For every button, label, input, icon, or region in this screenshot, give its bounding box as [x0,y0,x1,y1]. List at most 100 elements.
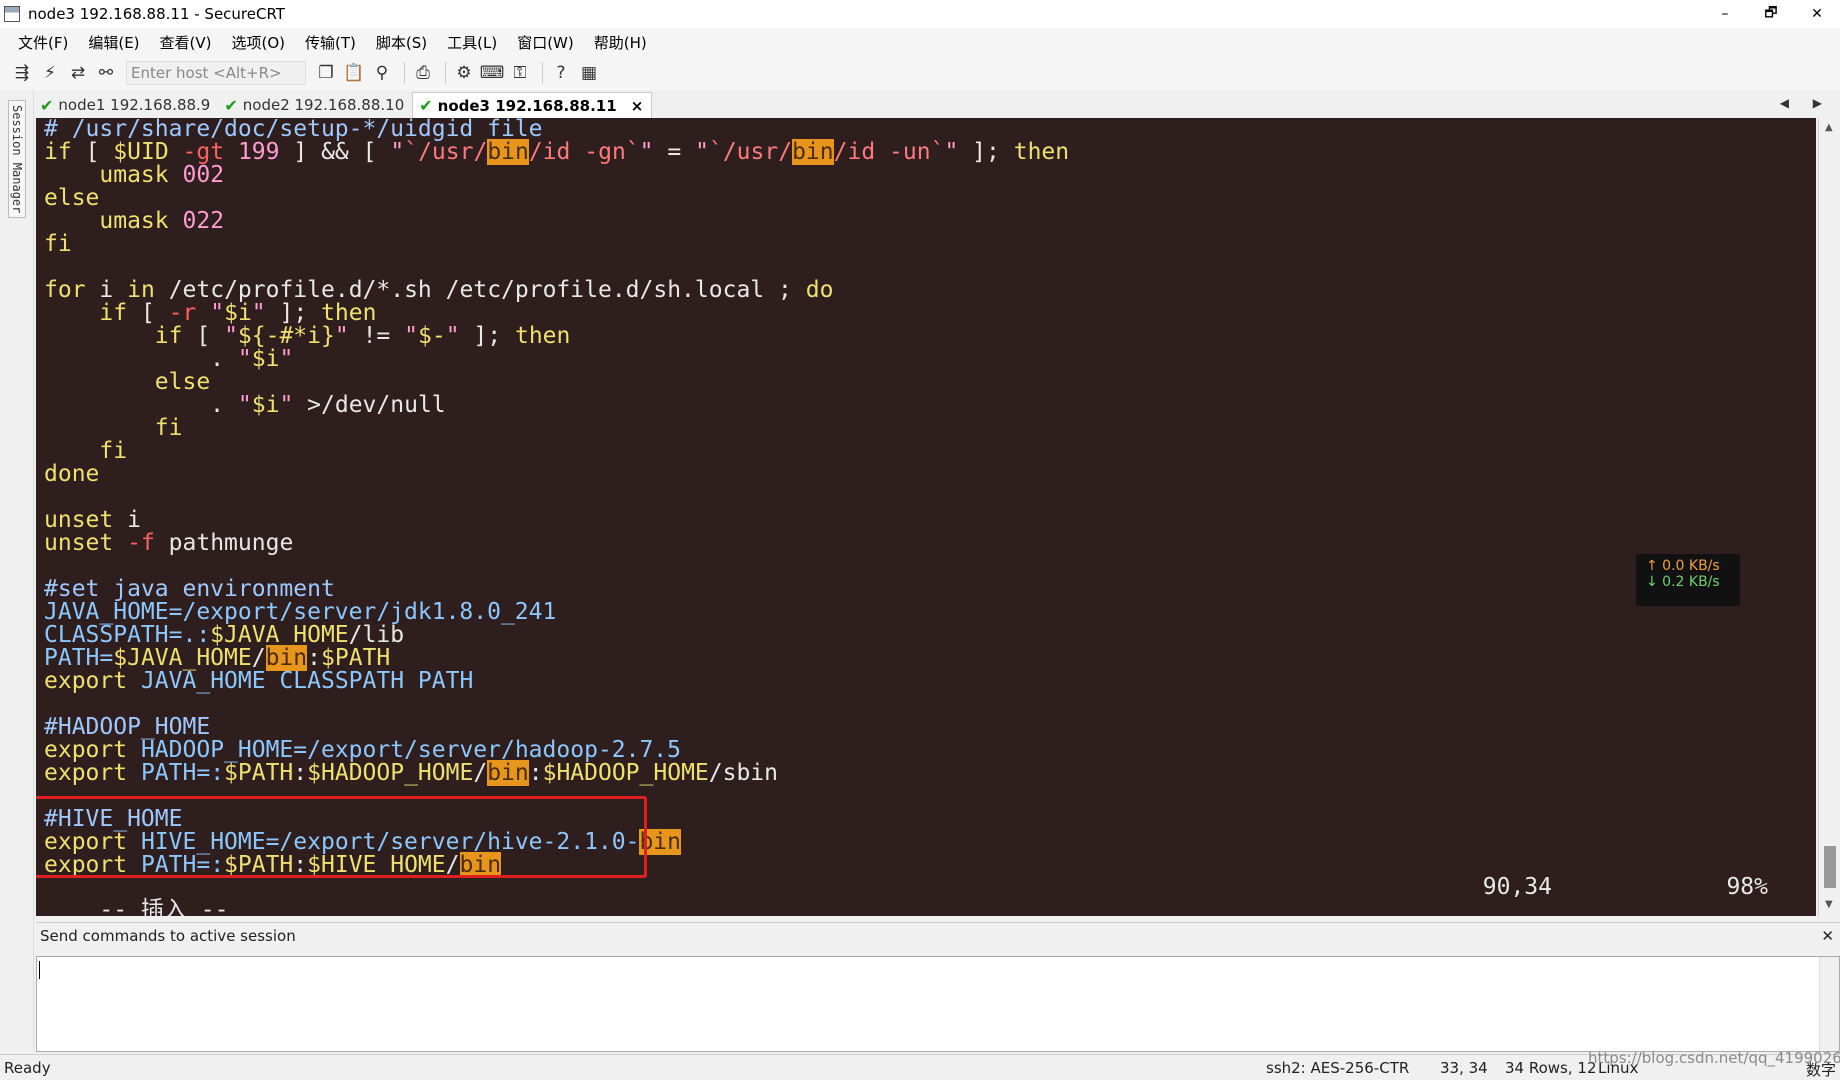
terminal-line: done [44,461,100,487]
settings-gear-icon[interactable]: ⚙ [452,61,476,85]
connected-check-icon: ✔ [224,95,238,115]
paste-icon[interactable]: 📋 [342,61,366,85]
close-button[interactable]: ✕ [1794,0,1840,28]
status-numlock: 数字 [1806,1061,1837,1079]
enter-host-input[interactable]: Enter host <Alt+R> [126,61,306,85]
tab-label: node3 192.168.88.11 [437,96,617,115]
copy-icon[interactable]: ❐ [314,61,338,85]
connect-icon[interactable]: ⇶ [10,61,34,85]
tab-scroll-arrows[interactable]: ◀ ▶ [1780,96,1832,110]
connected-check-icon: ✔ [40,95,54,115]
terminal-line: #set java environment [44,576,335,602]
status-bar: Ready ssh2: AES-256-CTR 33, 34 34 Rows, … [0,1049,1840,1080]
help-icon[interactable]: ? [549,61,573,85]
vim-status-line: -- 插入 -- 90,34 98% [44,874,1814,917]
terminal-line: else [154,369,211,395]
reconnect-icon[interactable]: ⇄ [66,61,90,85]
watermark-text: https://blog.csdn.net/qq_41990268 [1588,1049,1840,1067]
status-size: 34 Rows, 12 [1505,1059,1597,1077]
terminal-line: unset i [44,507,141,533]
terminal-line: umask 022 [99,208,225,234]
tab-label: node2 192.168.88.10 [242,96,405,114]
terminal-line: if [ "${-#*i}" != "$-" ]; then [154,323,571,349]
maximize-button[interactable]: 🗗 [1748,0,1794,28]
download-speed: ↓ 0.2 KB/s [1646,574,1720,590]
terminal-line: for i in /etc/profile.d/*.sh /etc/profil… [44,277,834,303]
upload-speed: ↑ 0.0 KB/s [1646,558,1720,574]
securecrt-app-icon [4,6,20,22]
status-cursor: 33, 34 [1440,1059,1488,1077]
toolbar: ⇶ ⚡ ⇄ ⚯ Enter host <Alt+R> ❐ 📋 ⚲ ⎙ ⚙ ⌨ ⚿… [0,56,1840,90]
session-manager-tab[interactable]: Session Manager [8,100,26,219]
network-speed-monitor: ↑ 0.0 KB/s ↓ 0.2 KB/s [1636,554,1740,606]
toolbar-divider [404,62,405,84]
print-icon[interactable]: ⎙ [411,61,435,85]
terminal-line: fi [154,415,183,441]
terminal-line: PATH=$JAVA_HOME/bin:$PATH [44,645,391,671]
terminal-line: export PATH=:$PATH:$HADOOP_HOME/bin:$HAD… [44,760,779,786]
terminal-line: fi [99,438,128,464]
menu-help[interactable]: 帮助(H) [594,32,647,53]
tab-node1[interactable]: ✔ node1 192.168.88.9 [34,92,218,118]
status-cipher: ssh2: AES-256-CTR [1266,1059,1410,1077]
terminal-scrollbar[interactable]: ▲ ▼ [1818,118,1840,916]
menu-transfer[interactable]: 传输(T) [305,32,356,53]
terminal-line: # /usr/share/doc/setup-*/uidgid file [44,118,543,142]
terminal-line: umask 002 [99,162,225,188]
terminal-line: else [44,185,100,211]
key-icon[interactable]: ⚿ [508,61,532,85]
terminal-line: if [ $UID -gt 199 ] && [ "`/usr/bin/id -… [44,139,1070,165]
sftp-icon[interactable]: ▦ [577,61,601,85]
scrollbar-thumb[interactable] [1824,846,1836,888]
menu-options[interactable]: 选项(O) [232,32,286,53]
find-icon[interactable]: ⚲ [370,61,394,85]
menu-edit[interactable]: 编辑(E) [88,32,139,53]
menu-file[interactable]: 文件(F) [18,32,68,53]
tab-node3[interactable]: ✔ node3 192.168.88.11 × [412,92,653,118]
menu-view[interactable]: 查看(V) [160,32,212,53]
menu-window[interactable]: 窗口(W) [517,32,574,53]
menu-tools[interactable]: 工具(L) [447,32,497,53]
session-tab-bar: ✔ node1 192.168.88.9 ✔ node2 192.168.88.… [34,90,1840,118]
link-icon[interactable]: ⚯ [94,61,118,85]
tab-label: node1 192.168.88.9 [58,96,211,114]
status-ready: Ready [4,1059,51,1077]
terminal-line: export HADOOP_HOME=/export/server/hadoop… [44,737,681,763]
hive-home-highlight-box [36,796,647,878]
scroll-up-icon[interactable]: ▲ [1825,122,1833,133]
terminal-line: . "$i" [210,346,294,372]
tab-close-icon[interactable]: × [631,97,644,115]
terminal-line: fi [44,231,72,257]
scroll-down-icon[interactable]: ▼ [1825,899,1833,910]
minimize-button[interactable]: – [1702,0,1748,28]
toolbar-divider [445,62,446,84]
send-commands-header: Send commands to active session ✕ [36,922,1840,948]
send-commands-input[interactable] [36,956,1840,1052]
text-caret [39,961,40,979]
terminal-line: CLASSPATH=.:$JAVA_HOME/lib [44,622,405,648]
window-title: node3 192.168.88.11 - SecureCRT [28,5,285,23]
terminal-line: unset -f pathmunge [44,530,294,556]
terminal-screen[interactable]: # /usr/share/doc/setup-*/uidgid file if [… [36,118,1816,916]
tab-node2[interactable]: ✔ node2 192.168.88.10 [218,92,412,118]
terminal-line: JAVA_HOME=/export/server/jdk1.8.0_241 [44,599,557,625]
menu-bar: 文件(F) 编辑(E) 查看(V) 选项(O) 传输(T) 脚本(S) 工具(L… [0,28,1840,56]
terminal-line: . "$i" >/dev/null [210,392,446,418]
terminal-line: export JAVA_HOME CLASSPATH PATH [44,668,474,694]
keymap-icon[interactable]: ⌨ [480,61,505,85]
toolbar-divider [542,62,543,84]
send-commands-scrollbar[interactable] [1819,957,1839,1051]
vim-cursor-position: 90,34 [1482,874,1552,900]
session-manager-panel: Session Manager [0,90,34,1050]
vim-scroll-percent: 98% [1726,874,1768,900]
quick-connect-icon[interactable]: ⚡ [38,61,62,85]
close-icon[interactable]: ✕ [1821,927,1834,945]
title-bar: node3 192.168.88.11 - SecureCRT – 🗗 ✕ [0,0,1840,28]
vim-mode: -- 插入 -- [99,897,229,917]
terminal-line: #HADOOP_HOME [44,714,211,740]
menu-script[interactable]: 脚本(S) [376,32,427,53]
